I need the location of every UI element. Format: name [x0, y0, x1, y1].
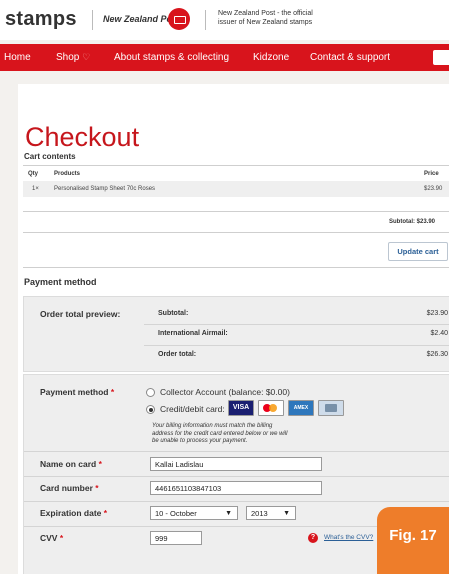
divider: [24, 501, 449, 502]
summary-subtotal-label: Subtotal:: [158, 310, 189, 317]
header-divider: [205, 10, 206, 30]
order-total-label: Order total preview:: [40, 309, 121, 319]
divider: [144, 345, 449, 346]
header-tagline: New Zealand Post - the official issuer o…: [218, 9, 313, 27]
payment-section-title: Payment method: [24, 277, 97, 287]
nav-shop[interactable]: Shop ♡: [56, 52, 90, 63]
order-total-panel: Order total preview: Subtotal: $23.90 In…: [23, 296, 449, 372]
summary-airmail-value: $2.40: [430, 330, 448, 337]
tagline-line-2: issuer of New Zealand stamps: [218, 19, 313, 26]
expiry-year-select[interactable]: 2013 ▼: [246, 506, 296, 520]
name-on-card-label-text: Name on card: [40, 459, 97, 469]
required-marker: *: [95, 483, 99, 493]
col-qty: Qty: [28, 171, 39, 177]
search-input[interactable]: [433, 50, 449, 65]
amex-logo: AMEX: [288, 400, 314, 416]
card-number-label-text: Card number: [40, 483, 93, 493]
card-number-field[interactable]: 4461651103847103: [150, 481, 322, 495]
main-nav: Home Shop ♡ About stamps & collecting Ki…: [0, 44, 449, 71]
billing-note-line: address for the credit card entered belo…: [152, 430, 288, 437]
expiry-year-value: 2013: [251, 509, 268, 518]
nav-shop-label: Shop: [56, 52, 80, 63]
figure-badge: Fig. 17: [377, 507, 449, 574]
divider: [144, 324, 449, 325]
name-on-card-field[interactable]: Kallai Ladislau: [150, 457, 322, 471]
required-marker: *: [103, 508, 108, 518]
required-marker: *: [110, 387, 115, 397]
site-header: stamps New Zealand Post New Zealand Post…: [0, 0, 449, 40]
nav-kidzone[interactable]: Kidzone: [253, 52, 289, 63]
credit-card-option[interactable]: Credit/debit card:: [160, 404, 225, 414]
table-row: 1× Personalised Stamp Sheet 70c Roses $2…: [23, 181, 449, 197]
nav-about[interactable]: About stamps & collecting: [114, 52, 229, 63]
chevron-down-icon: ▼: [283, 510, 290, 517]
cart-row-product[interactable]: Personalised Stamp Sheet 70c Roses: [54, 186, 155, 192]
chevron-down-icon: ▼: [225, 510, 232, 517]
divider: [23, 267, 449, 268]
cvv-label: CVV *: [40, 533, 63, 543]
nav-home[interactable]: Home: [4, 52, 31, 63]
col-products: Products: [54, 171, 81, 177]
divider: [23, 211, 449, 212]
visa-logo: VISA: [228, 400, 254, 416]
card-number-label: Card number *: [40, 483, 99, 493]
checkout-content: Checkout Cart contents Qty Products Pric…: [18, 84, 449, 574]
expiry-month-value: 10 - October: [155, 509, 197, 518]
question-icon[interactable]: ?: [308, 533, 318, 543]
summary-total-value: $26.30: [426, 351, 448, 358]
nz-post-envelope-icon: [168, 8, 190, 30]
billing-note-line: be unable to process your payment.: [152, 438, 248, 444]
divider: [24, 476, 449, 477]
mastercard-logo: [258, 400, 284, 416]
tagline-line-1: New Zealand Post - the official: [218, 10, 313, 17]
summary-total-label: Order total:: [158, 351, 197, 358]
header-divider: [92, 10, 93, 30]
expiry-month-select[interactable]: 10 - October ▼: [150, 506, 238, 520]
update-cart-button[interactable]: Update cart: [388, 242, 448, 261]
expiration-date-label-text: Expiration date: [40, 508, 102, 518]
heart-icon: ♡: [82, 52, 91, 62]
divider: [24, 451, 449, 452]
expiration-date-label: Expiration date *: [40, 508, 107, 518]
payment-method-label: Payment method *: [40, 387, 114, 397]
cvv-help-link[interactable]: What's the CVV?: [324, 534, 373, 541]
cvv-label-text: CVV: [40, 533, 58, 543]
cart-row-qty: 1×: [32, 186, 39, 192]
collector-account-radio[interactable]: [146, 388, 155, 397]
cvv-field[interactable]: 999: [150, 531, 202, 545]
cart-subtotal: Subtotal: $23.90: [389, 219, 436, 225]
cart-heading: Cart contents: [24, 152, 76, 161]
col-price: Price: [424, 171, 439, 177]
summary-subtotal-value: $23.90: [426, 310, 448, 317]
nav-contact[interactable]: Contact & support: [310, 52, 390, 63]
divider: [23, 232, 449, 233]
billing-note: Your billing information must match the …: [152, 423, 287, 446]
stamps-logo[interactable]: stamps: [5, 8, 77, 31]
collector-account-option[interactable]: Collector Account (balance: $0.00): [160, 387, 290, 397]
required-marker: *: [98, 459, 102, 469]
name-on-card-label: Name on card *: [40, 459, 102, 469]
credit-card-radio[interactable]: [146, 405, 155, 414]
billing-note-line: Your billing information must match the …: [152, 423, 273, 429]
required-marker: *: [59, 533, 64, 543]
page-title: Checkout: [25, 122, 140, 153]
divider: [23, 165, 449, 166]
cart-row-price: $23.90: [424, 186, 443, 192]
generic-card-logo: [318, 400, 344, 416]
summary-airmail-label: International Airmail:: [158, 330, 228, 337]
payment-method-label-text: Payment method: [40, 387, 109, 397]
